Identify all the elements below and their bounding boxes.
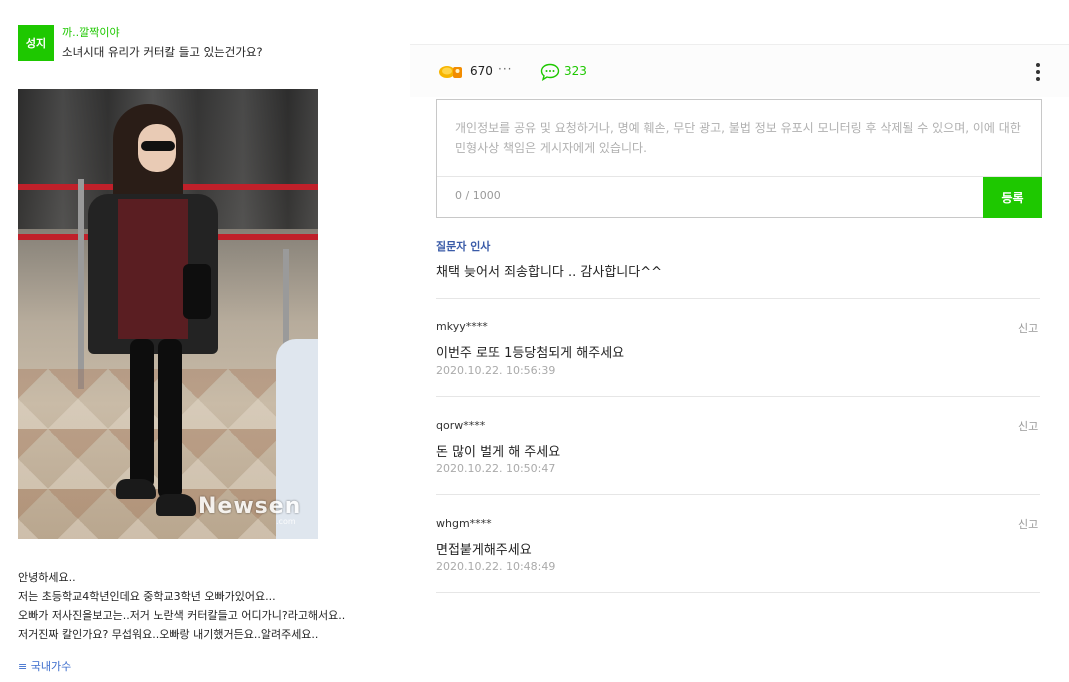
question-body-line: 저는 초등학교4학년인데요 중학교3학년 오빠가있어요... — [18, 590, 276, 603]
greeting-label: 질문자 인사 — [436, 240, 491, 253]
photo-person-leg — [158, 339, 182, 499]
reply-username[interactable]: mkyy**** — [436, 320, 488, 333]
question-body-line: 오빠가 저사진을보고는..저거 노란색 커터칼들고 어디가니?라고해서요.. — [18, 609, 346, 622]
comment-count: 323 — [564, 64, 587, 78]
divider — [436, 494, 1040, 495]
like-icon[interactable] — [438, 62, 464, 80]
char-count: 0 / 1000 — [455, 189, 501, 202]
photo-person-leg — [130, 339, 154, 489]
reply-text: 이번주 로또 1등당첨되게 해주세요 — [436, 346, 625, 361]
more-options-icon[interactable] — [1034, 60, 1042, 84]
divider — [436, 396, 1040, 397]
comment-icon[interactable] — [540, 63, 560, 81]
author-name[interactable]: 까..깔짝이야 — [62, 24, 120, 40]
question-body: 안녕하세요.. 저는 초등학교4학년인데요 중학교3학년 오빠가있어요... 오… — [18, 568, 398, 644]
reply-username[interactable]: whgm**** — [436, 517, 492, 530]
photo-person-sunglasses — [141, 141, 175, 151]
submit-button[interactable]: 등록 — [983, 177, 1042, 218]
reply-date: 2020.10.22. 10:56:39 — [436, 364, 556, 377]
photo-person-bag — [183, 264, 211, 319]
category-link[interactable]: ≡ 국내가수 — [18, 658, 71, 674]
comment-form: 개인정보를 공유 및 요청하거나, 명예 훼손, 무단 광고, 불법 정보 유포… — [436, 99, 1042, 218]
question-photo[interactable]: Newsen .com — [18, 89, 318, 539]
question-badge: 성지 — [18, 25, 54, 61]
photo-person-shoe — [156, 494, 196, 516]
divider — [436, 592, 1040, 593]
reply-date: 2020.10.22. 10:50:47 — [436, 462, 556, 475]
greeting-text: 채택 늦어서 죄송합니다 .. 감사합니다^^ — [436, 265, 662, 280]
question-title: 소녀시대 유리가 커터칼 들고 있는건가요? — [62, 45, 263, 59]
reply-date: 2020.10.22. 10:48:49 — [436, 560, 556, 573]
photo-watermark-sub: .com — [276, 517, 296, 526]
reply-username[interactable]: qorw**** — [436, 419, 485, 432]
photo-person-top — [118, 199, 188, 339]
report-button[interactable]: 신고 — [1018, 418, 1038, 434]
report-button[interactable]: 신고 — [1018, 516, 1038, 532]
divider — [436, 298, 1040, 299]
report-button[interactable]: 신고 — [1018, 320, 1038, 336]
photo-person-shoe — [116, 479, 156, 499]
photo-post — [78, 179, 84, 389]
reply-text: 면접붙게해주세요 — [436, 543, 532, 558]
reply-text: 돈 많이 벌게 해 주세요 — [436, 445, 561, 460]
question-body-line: 안녕하세요.. — [18, 571, 76, 584]
question-body-line: 저거진짜 칼인가요? 무섭워요..오빠랑 내기했거든요..알려주세요.. — [18, 628, 319, 641]
ellipsis-icon[interactable]: ··· — [498, 62, 512, 76]
comment-form-divider — [437, 176, 1041, 177]
photo-watermark: Newsen — [198, 494, 302, 519]
like-count: 670 — [470, 64, 493, 78]
comment-input[interactable]: 개인정보를 공유 및 요청하거나, 명예 훼손, 무단 광고, 불법 정보 유포… — [455, 118, 1025, 158]
